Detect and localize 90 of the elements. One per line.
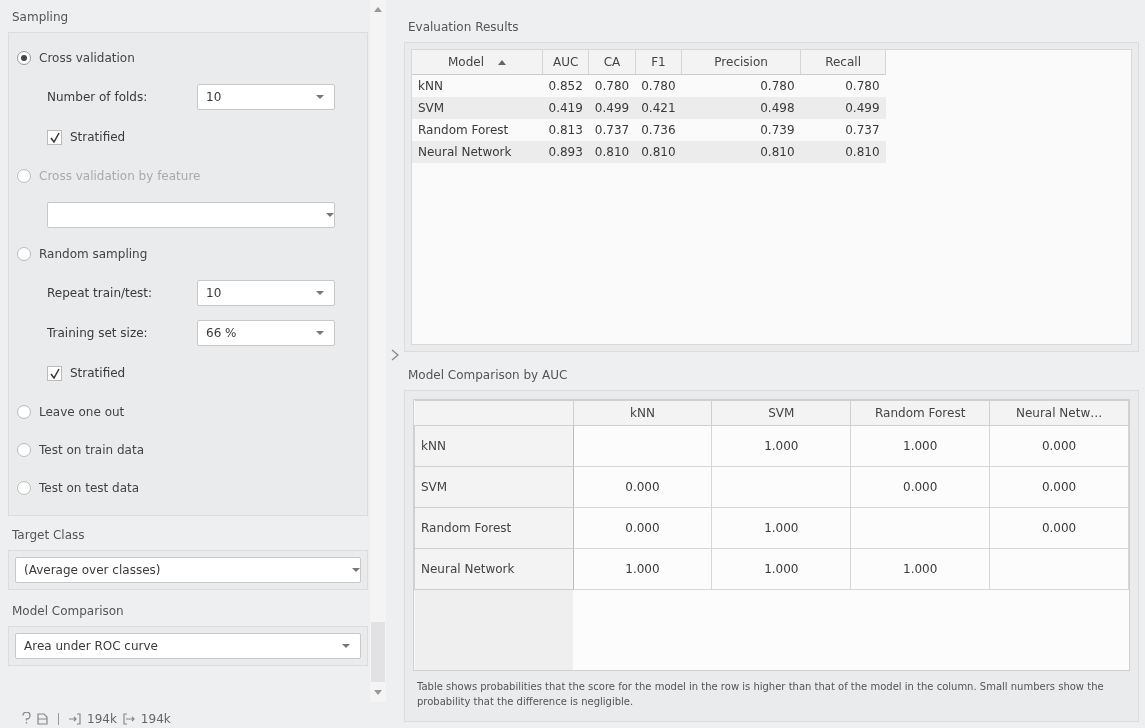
table-cell: kNN bbox=[412, 74, 543, 97]
table-cell: 0.498 bbox=[681, 97, 801, 119]
table-cell: 0.852 bbox=[542, 74, 589, 97]
option-label[interactable]: Cross validation bbox=[39, 51, 135, 65]
table-cell: 0.736 bbox=[635, 119, 682, 141]
section-title: Target Class bbox=[11, 527, 86, 544]
row-header[interactable]: SVM bbox=[414, 466, 573, 508]
output-size: 194k bbox=[140, 712, 171, 726]
column-header[interactable]: Random Forest bbox=[850, 400, 990, 426]
row-header[interactable]: Neural Network bbox=[414, 548, 573, 590]
radio-button[interactable] bbox=[17, 443, 31, 457]
table-cell: 0.737 bbox=[800, 119, 886, 141]
table-cell: 0.893 bbox=[542, 141, 589, 163]
table-cell: Random Forest bbox=[412, 119, 543, 141]
table-cell: 0.780 bbox=[588, 74, 636, 97]
option-label[interactable]: Test on test data bbox=[39, 481, 140, 495]
table-cell: 0.000 bbox=[903, 480, 938, 494]
table-cell: 0.499 bbox=[588, 97, 636, 119]
table-cell: 0.739 bbox=[681, 119, 801, 141]
table-cell: 0.810 bbox=[800, 141, 886, 163]
scrollbar[interactable] bbox=[370, 0, 386, 702]
section-title: Model Comparison bbox=[11, 603, 125, 620]
table-cell: 0.000 bbox=[625, 521, 660, 535]
chevron-icon[interactable] bbox=[391, 349, 399, 361]
table-cell: 0.810 bbox=[681, 141, 801, 163]
column-header[interactable]: AUC bbox=[542, 50, 589, 75]
section-title: Evaluation Results bbox=[407, 19, 520, 36]
column-header[interactable]: Neural Netw… bbox=[989, 400, 1129, 426]
checkbox-label[interactable]: Stratified bbox=[70, 130, 126, 144]
table-cell: 1.000 bbox=[903, 439, 938, 453]
table-note: Table shows probabilities that the score for the model in the row is higher than that of the model in the column. Small numbers show the probability that the difference is negligible. bbox=[416, 680, 1105, 709]
table-cell: 0.419 bbox=[542, 97, 589, 119]
field-label: Training set size: bbox=[47, 326, 149, 340]
dropdown[interactable]: Area under ROC curve bbox=[15, 633, 362, 659]
dropdown[interactable]: 10 bbox=[197, 84, 335, 110]
radio-button[interactable] bbox=[17, 481, 31, 495]
table-cell: 0.810 bbox=[635, 141, 682, 163]
column-header[interactable]: CA bbox=[588, 50, 636, 75]
table-cell: 0.780 bbox=[800, 74, 886, 97]
column-header[interactable]: SVM bbox=[711, 400, 851, 426]
table-cell: 0.810 bbox=[588, 141, 636, 163]
table-cell: 0.000 bbox=[1041, 480, 1077, 494]
table-cell: 1.000 bbox=[764, 521, 799, 535]
table-cell: 0.780 bbox=[681, 74, 801, 97]
up-arrow-icon[interactable] bbox=[374, 6, 383, 12]
radio-button[interactable] bbox=[17, 247, 31, 261]
table-cell: 1.000 bbox=[903, 562, 938, 576]
dropdown[interactable]: (Average over classes) bbox=[15, 557, 362, 583]
output-icon bbox=[122, 713, 135, 725]
option-label[interactable]: Test on train data bbox=[39, 443, 144, 457]
input-icon bbox=[69, 713, 81, 725]
table-cell: 0.780 bbox=[635, 74, 682, 97]
table-cell: 1.000 bbox=[625, 562, 660, 576]
dropdown[interactable] bbox=[47, 202, 335, 228]
section-title: Model Comparison by AUC bbox=[407, 367, 569, 384]
field-label: Number of folds: bbox=[47, 90, 149, 104]
table-cell: 0.000 bbox=[1041, 521, 1077, 535]
dropdown[interactable]: 66 % bbox=[197, 320, 335, 346]
option-label[interactable]: Random sampling bbox=[39, 247, 148, 261]
table-cell: 0.813 bbox=[542, 119, 589, 141]
row-header[interactable]: kNN bbox=[414, 425, 573, 467]
row-header[interactable]: Random Forest bbox=[414, 507, 573, 549]
checkbox-label[interactable]: Stratified bbox=[70, 366, 126, 380]
radio-button[interactable] bbox=[17, 51, 31, 65]
document-icon[interactable] bbox=[37, 713, 48, 725]
table-cell: SVM bbox=[412, 97, 543, 119]
option-label[interactable]: Leave one out bbox=[39, 405, 125, 419]
checkbox[interactable] bbox=[47, 365, 62, 381]
table-cell: 0.000 bbox=[625, 480, 660, 494]
section-title: Sampling bbox=[11, 9, 70, 26]
column-header[interactable]: Model bbox=[412, 50, 543, 75]
table-cell: Neural Network bbox=[412, 141, 543, 163]
column-header[interactable]: Recall bbox=[800, 50, 886, 75]
column-header[interactable]: Precision bbox=[681, 50, 801, 75]
table-cell: 1.000 bbox=[764, 562, 799, 576]
help-icon[interactable] bbox=[22, 711, 31, 727]
sort-ascending-icon[interactable] bbox=[498, 60, 506, 65]
field-label: Repeat train/test: bbox=[47, 286, 154, 300]
dropdown[interactable]: 10 bbox=[197, 280, 335, 306]
table-cell: 0.421 bbox=[635, 97, 682, 119]
column-header[interactable]: F1 bbox=[635, 50, 682, 75]
table-cell: 0.499 bbox=[800, 97, 886, 119]
table-cell: 1.000 bbox=[764, 439, 799, 453]
radio-button[interactable] bbox=[17, 405, 31, 419]
down-arrow-icon[interactable] bbox=[374, 690, 383, 696]
input-size: 194k bbox=[87, 712, 117, 726]
table-cell: 0.737 bbox=[588, 119, 636, 141]
checkbox[interactable] bbox=[47, 129, 62, 145]
column-header[interactable]: kNN bbox=[573, 400, 712, 426]
table-cell: 0.000 bbox=[1041, 439, 1077, 453]
